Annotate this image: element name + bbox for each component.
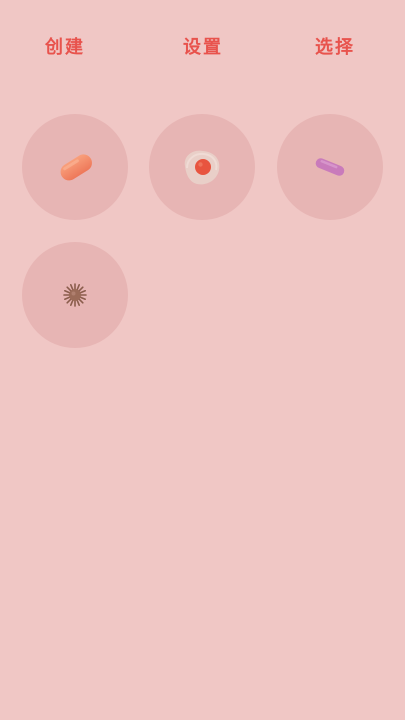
create-button[interactable]: 创建 [30, 34, 100, 62]
spiky-ball-icon [63, 283, 87, 307]
item-tile-fried-egg[interactable] [149, 114, 255, 220]
top-toolbar: 创建 设置 选择 [0, 0, 405, 95]
item-tile-purple-capsule[interactable] [277, 114, 383, 220]
purple-capsule-icon [315, 158, 345, 176]
select-button[interactable]: 选择 [300, 34, 370, 62]
fried-egg-icon [184, 150, 220, 185]
item-tile-spiky-ball[interactable] [22, 242, 128, 348]
settings-button[interactable]: 设置 [168, 34, 238, 62]
orange-capsule-icon [60, 154, 92, 181]
item-tile-orange-capsule[interactable] [22, 114, 128, 220]
